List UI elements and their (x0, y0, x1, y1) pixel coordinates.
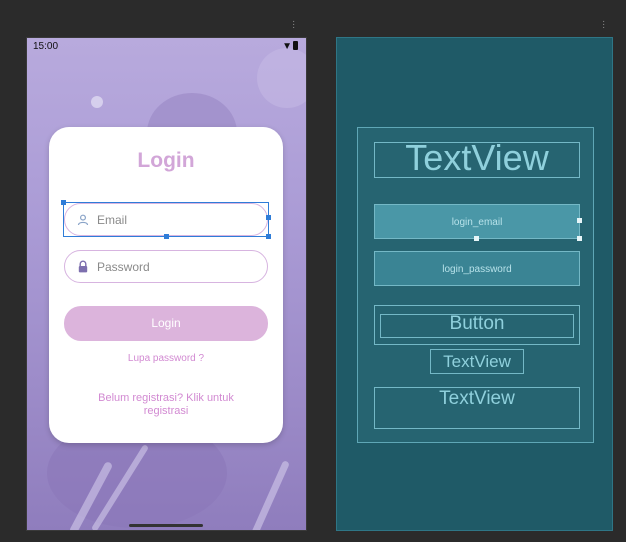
blueprint-title-textview[interactable]: TextView (374, 142, 580, 178)
blueprint-password-field[interactable]: login_password (374, 251, 580, 286)
blueprint-email-field[interactable]: login_email (374, 204, 580, 239)
battery-icon (293, 41, 298, 50)
resize-handle[interactable] (474, 236, 479, 241)
blueprint-button-label: Button (449, 313, 505, 334)
login-card: Login Email Password Login Lupa password… (49, 127, 283, 443)
wifi-icon: ▼ (282, 41, 293, 52)
selection-outline (61, 200, 271, 239)
password-placeholder: Password (97, 259, 150, 274)
resize-handle[interactable] (577, 218, 582, 223)
background-decoration (257, 48, 306, 108)
resize-handle[interactable] (266, 234, 271, 239)
login-button[interactable]: Login (64, 306, 268, 341)
design-preview[interactable]: 15:00 ▼ Login Email Password Login Lupa … (26, 37, 307, 531)
lock-icon (75, 259, 91, 275)
resize-handle[interactable] (164, 234, 169, 239)
status-time: 15:00 (33, 41, 59, 52)
forgot-password-link[interactable]: Lupa password ? (49, 353, 283, 364)
blueprint-forgot-textview[interactable]: TextView (430, 349, 524, 374)
blueprint-button[interactable]: Button (374, 305, 580, 345)
status-icons: ▼ (282, 41, 298, 52)
blueprint-register-textview[interactable]: TextView (374, 387, 580, 429)
resize-handle[interactable] (577, 236, 582, 241)
gesture-nav-bar (129, 524, 203, 527)
blueprint-preview[interactable]: TextView login_email login_password Butt… (336, 37, 613, 531)
register-link[interactable]: Belum registrasi? Klik untuk registrasi (79, 392, 253, 418)
resize-handle[interactable] (61, 200, 66, 205)
background-decoration (251, 460, 290, 530)
blueprint-menu-icon[interactable]: · · · (602, 17, 606, 33)
login-title: Login (137, 149, 195, 172)
password-input[interactable]: Password (64, 250, 268, 283)
resize-handle[interactable] (266, 215, 271, 220)
editor-top-strip (0, 0, 626, 18)
design-menu-icon[interactable]: · · · (292, 17, 296, 33)
background-decoration (91, 96, 103, 108)
blueprint-card[interactable]: TextView login_email login_password Butt… (357, 127, 594, 443)
